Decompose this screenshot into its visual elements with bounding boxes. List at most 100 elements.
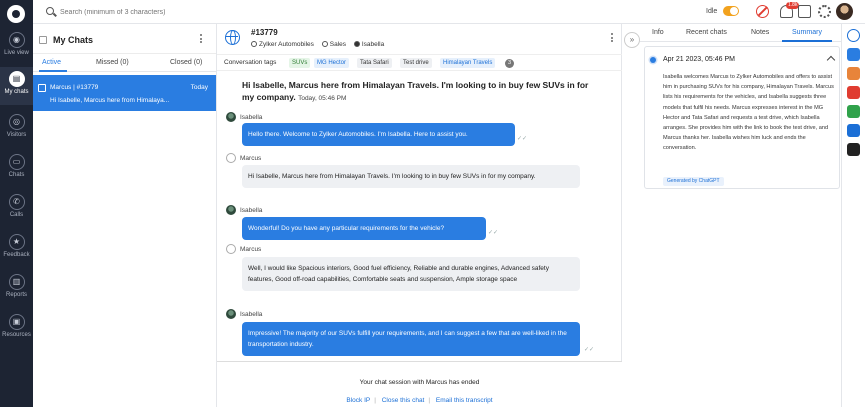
conversation-id: #13779 xyxy=(251,28,278,37)
star-icon: ★ xyxy=(8,234,25,250)
desk-icon[interactable] xyxy=(847,67,860,80)
crm-icon[interactable] xyxy=(847,48,860,61)
activity-icon[interactable] xyxy=(847,29,860,42)
message-list: Hi Isabelle, Marcus here from Himalayan … xyxy=(217,71,622,361)
tag-chip[interactable]: MG Hector xyxy=(314,58,350,68)
nav-label: My chats xyxy=(4,89,29,95)
nav-resources[interactable]: ▣ Resources xyxy=(0,310,33,348)
footer-actions: Block IP | Close this chat | Email this tr… xyxy=(346,397,493,404)
nav-feedback[interactable]: ★ Feedback xyxy=(0,230,33,268)
timeline-dot-icon xyxy=(650,57,656,63)
agent-avatar xyxy=(226,112,236,122)
nav-live-view[interactable]: ◉ Live view xyxy=(0,28,33,66)
notebook-icon[interactable] xyxy=(847,143,860,156)
live-view-icon: ◉ xyxy=(8,32,25,48)
agent-avatar xyxy=(226,309,236,319)
close-chat-link[interactable]: Close this chat xyxy=(382,397,425,404)
visitors-icon: ◎ xyxy=(8,114,25,130)
session-ended-text: Your chat session with Marcus has ended xyxy=(359,379,480,386)
mute-icon[interactable] xyxy=(756,5,769,18)
tab-count: (0) xyxy=(120,59,129,66)
nav-calls[interactable]: ✆ Calls xyxy=(0,190,33,228)
chevron-up-icon[interactable] xyxy=(826,55,836,65)
tag-chip[interactable]: Test drive xyxy=(400,58,432,68)
idle-toggle[interactable] xyxy=(723,6,739,16)
nav-label: Visitors xyxy=(6,132,27,138)
block-ip-link[interactable]: Block IP xyxy=(346,397,370,404)
tag-chip[interactable]: Himalayan Travels xyxy=(440,58,496,68)
user-avatar[interactable] xyxy=(836,3,853,20)
idle-label: Idle xyxy=(706,8,718,15)
nav-label: Chats xyxy=(8,172,25,178)
select-all-checkbox[interactable] xyxy=(39,36,47,44)
mail-icon[interactable] xyxy=(847,124,860,137)
gift-icon[interactable] xyxy=(798,5,811,18)
nav-chats[interactable]: ▭ Chats xyxy=(0,150,33,188)
company-name: Zylker Automobiles xyxy=(259,41,314,48)
agent-message-bubble: Hello there. Welcome to Zylker Automobil… xyxy=(242,123,515,146)
nav-my-chats[interactable]: ▤ My chats xyxy=(0,67,33,105)
nav-reports[interactable]: ▥ Reports xyxy=(0,270,33,308)
app-logo-icon[interactable] xyxy=(7,5,25,23)
tab-closed[interactable]: Closed (0) xyxy=(170,59,202,66)
info-tabs: Info Recent chats Notes Summary xyxy=(640,24,841,42)
search-icon xyxy=(46,7,54,15)
read-tick-icon: ✓✓ xyxy=(517,136,528,142)
tag-chip[interactable]: SUVs xyxy=(289,58,311,68)
chat-list-item[interactable]: Marcus | #13779 Today Hi Isabelle, Marcu… xyxy=(33,75,216,111)
message-sender: Marcus xyxy=(226,153,261,163)
tab-label: Missed xyxy=(96,59,119,66)
message-sender: Marcus xyxy=(226,244,261,254)
sheet-icon[interactable] xyxy=(847,105,860,118)
conversation-panel: #13779 Zylker Automobiles Sales Isabella… xyxy=(217,24,640,407)
nav-visitors[interactable]: ◎ Visitors xyxy=(0,110,33,148)
department-icon xyxy=(321,41,328,47)
read-tick-icon: ✓✓ xyxy=(584,347,595,353)
first-message: Hi Isabelle, Marcus here from Himalayan … xyxy=(242,79,592,105)
resources-icon: ▣ xyxy=(8,314,25,330)
info-panel: Info Recent chats Notes Summary Apr 21 2… xyxy=(640,24,841,407)
search-input[interactable] xyxy=(60,6,360,18)
nav-label: Reports xyxy=(5,292,27,298)
sender-name: Marcus xyxy=(240,246,262,253)
more-options-icon[interactable] xyxy=(200,34,203,45)
my-chats-icon: ▤ xyxy=(8,71,25,87)
tab-recent-chats[interactable]: Recent chats xyxy=(686,29,727,36)
tab-label: Active xyxy=(42,59,62,66)
visitor-avatar xyxy=(226,153,236,163)
tag-chip[interactable]: Tata Safari xyxy=(357,58,392,68)
visitor-avatar xyxy=(226,244,236,254)
sender-name: Marcus xyxy=(240,155,262,162)
conversation-header: #13779 Zylker Automobiles Sales Isabella xyxy=(217,24,622,55)
tags-more-count[interactable]: 3 xyxy=(505,59,514,68)
nav-label: Calls xyxy=(9,212,24,218)
chat-list-tabs: Active Missed (0) Closed (0) xyxy=(33,54,216,72)
tab-active[interactable]: Active xyxy=(42,59,61,66)
company-icon xyxy=(251,41,257,47)
first-message-time: Today, 05:46 PM xyxy=(298,95,347,102)
chat-item-time: Today xyxy=(190,84,208,91)
chat-item-name: Marcus | #13779 xyxy=(50,84,99,91)
nav-label: Resources xyxy=(2,332,31,338)
bigin-icon[interactable] xyxy=(847,86,860,99)
generated-by-badge: Generated by ChatGPT xyxy=(663,177,724,186)
integrations-bar xyxy=(841,24,865,407)
left-navigation: ◉ Live view ▤ My chats ◎ Visitors ▭ Chat… xyxy=(0,0,33,407)
gear-icon[interactable] xyxy=(818,5,831,18)
email-transcript-link[interactable]: Email this transcript xyxy=(436,397,493,404)
conversation-more-icon[interactable] xyxy=(611,33,614,44)
chat-item-checkbox[interactable] xyxy=(38,84,46,92)
tab-info[interactable]: Info xyxy=(652,29,664,36)
tab-summary[interactable]: Summary xyxy=(792,29,822,36)
collapse-panel-button[interactable]: » xyxy=(624,32,640,48)
tab-notes[interactable]: Notes xyxy=(751,29,769,36)
chat-list-panel: My Chats Active Missed (0) Closed (0) Ma… xyxy=(33,24,217,407)
nav-label: Live view xyxy=(4,50,29,56)
reports-icon: ▥ xyxy=(8,274,25,290)
tab-missed[interactable]: Missed (0) xyxy=(96,59,129,66)
agent-message-bubble: Wonderful! Do you have any particular re… xyxy=(242,217,486,240)
summary-date: Apr 21 2023, 05:46 PM xyxy=(663,56,735,63)
phone-icon: ✆ xyxy=(8,194,25,210)
sender-name: Isabella xyxy=(240,207,263,214)
chat-list-header: My Chats xyxy=(33,24,216,54)
